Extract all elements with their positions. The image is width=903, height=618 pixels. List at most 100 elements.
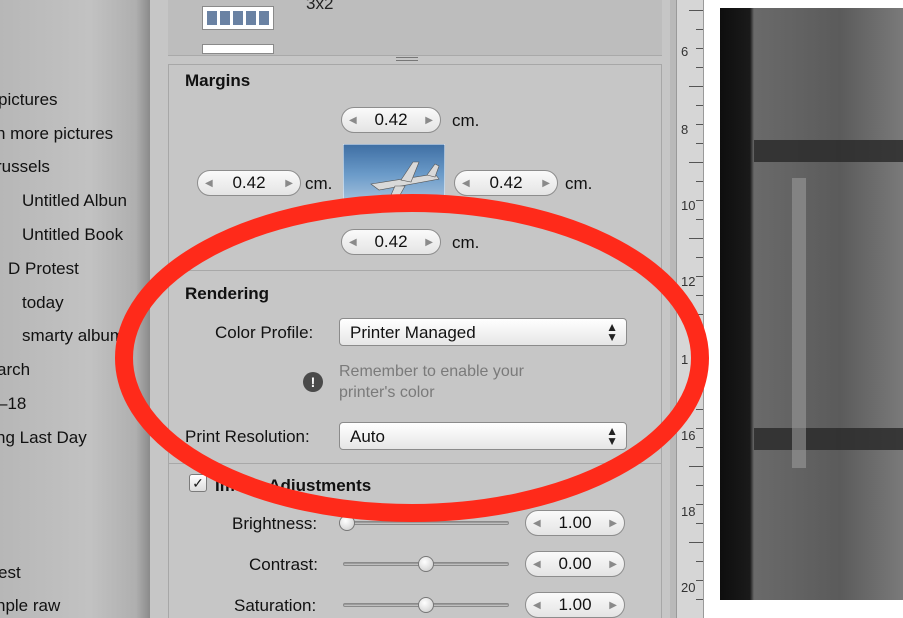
- sidebar-item[interactable]: D Protest: [8, 259, 79, 279]
- margin-right-value[interactable]: 0.42: [489, 173, 522, 193]
- margin-bottom-value[interactable]: 0.42: [374, 232, 407, 252]
- sidebar-item[interactable]: nple raw: [0, 596, 60, 616]
- ruler-tick: [696, 29, 703, 30]
- updown-arrows-icon: ▲ ▼: [606, 424, 618, 448]
- decrement-arrow-icon[interactable]: ◀: [533, 600, 541, 611]
- print-preview-photo: [720, 8, 903, 600]
- decrement-arrow-icon[interactable]: ◀: [349, 237, 357, 248]
- saturation-label: Saturation:: [234, 596, 317, 615]
- contrast-label: Contrast:: [249, 555, 318, 574]
- print-preview-page: [704, 0, 903, 618]
- increment-arrow-icon[interactable]: ▶: [609, 600, 617, 611]
- ruler-tick: [696, 181, 703, 182]
- brightness-slider-knob[interactable]: [339, 515, 355, 531]
- rendering-title: Rendering: [185, 284, 270, 303]
- saturation-slider-knob[interactable]: [418, 597, 434, 613]
- increment-arrow-icon[interactable]: ▶: [542, 178, 550, 189]
- decrement-arrow-icon[interactable]: ◀: [533, 518, 541, 529]
- brightness-slider[interactable]: [343, 521, 509, 525]
- sidebar-item[interactable]: Untitled Book: [22, 225, 123, 245]
- photo-detail: [792, 178, 806, 468]
- ruler-label: 6: [681, 44, 689, 59]
- margin-bottom-stepper[interactable]: ◀ 0.42 ▶: [341, 229, 441, 255]
- ruler-tick: [696, 67, 703, 68]
- margin-right-stepper[interactable]: ◀ 0.42 ▶: [454, 170, 558, 196]
- contrast-stepper[interactable]: ◀ 0.00 ▶: [525, 551, 625, 577]
- ruler-tick: [696, 599, 703, 600]
- margin-top-unit: cm.: [452, 111, 480, 130]
- margin-top-stepper[interactable]: ◀ 0.42 ▶: [341, 107, 441, 133]
- decrement-arrow-icon[interactable]: ◀: [533, 559, 541, 570]
- ruler-tick: [689, 10, 703, 11]
- increment-arrow-icon[interactable]: ▶: [425, 115, 433, 126]
- layout-thumbnail[interactable]: [202, 44, 274, 54]
- image-adjustments-title: Image Adjustments: [215, 476, 372, 495]
- brightness-stepper[interactable]: ◀ 1.00 ▶: [525, 510, 625, 536]
- margin-top-value[interactable]: 0.42: [374, 110, 407, 130]
- ruler-label: 20: [681, 580, 696, 595]
- ruler-tick: [696, 124, 703, 125]
- increment-arrow-icon[interactable]: ▶: [425, 237, 433, 248]
- print-resolution-popup[interactable]: Auto ▲ ▼: [339, 422, 627, 450]
- increment-arrow-icon[interactable]: ▶: [609, 518, 617, 529]
- sidebar-item[interactable]: ng Last Day: [0, 428, 87, 448]
- settings-content: Margins ◀ 0.42 ▶ cm. ◀ 0.42 ▶ cm. ◀ 0.42…: [168, 64, 662, 618]
- ruler-tick: [696, 105, 703, 106]
- sidebar-item[interactable]: pictures: [0, 90, 58, 110]
- brightness-label: Brightness:: [232, 514, 318, 533]
- contrast-value[interactable]: 0.00: [558, 554, 591, 574]
- resize-handle[interactable]: [396, 57, 418, 63]
- ruler-label: 8: [681, 122, 689, 137]
- increment-arrow-icon[interactable]: ▶: [609, 559, 617, 570]
- ruler-tick: [696, 48, 703, 49]
- sidebar-item[interactable]: Untitled Albun: [22, 191, 127, 211]
- warning-icon: !: [303, 372, 323, 392]
- photo-detail: [754, 140, 903, 162]
- ruler-tick: [689, 466, 703, 467]
- margin-left-stepper[interactable]: ◀ 0.42 ▶: [197, 170, 301, 196]
- color-profile-popup[interactable]: Printer Managed ▲ ▼: [339, 318, 627, 346]
- layout-thumbnail-label: 3x2: [306, 0, 334, 13]
- sidebar-item[interactable]: n more pictures: [0, 124, 113, 144]
- saturation-stepper[interactable]: ◀ 1.00 ▶: [525, 592, 625, 618]
- sidebar-item[interactable]: arch: [0, 360, 30, 380]
- image-adjustments-checkbox[interactable]: ✓: [189, 474, 207, 492]
- layout-thumbnails-area: 3x2: [168, 0, 662, 56]
- vertical-ruler: 6 8 10 12 1 16 18 20: [676, 0, 704, 618]
- ruler-tick: [696, 485, 703, 486]
- ruler-tick: [689, 238, 703, 239]
- color-profile-value: Printer Managed: [350, 323, 476, 342]
- increment-arrow-icon[interactable]: ▶: [285, 178, 293, 189]
- ruler-label: 16: [681, 428, 696, 443]
- ruler-tick: [696, 276, 703, 277]
- printer-color-warning: Remember to enable your printer's color: [339, 363, 524, 401]
- layout-thumbnail[interactable]: [202, 6, 274, 30]
- ruler-tick: [696, 580, 703, 581]
- section-divider: [169, 270, 661, 271]
- decrement-arrow-icon[interactable]: ◀: [462, 178, 470, 189]
- margin-bottom-unit: cm.: [452, 233, 480, 252]
- decrement-arrow-icon[interactable]: ◀: [349, 115, 357, 126]
- margins-title: Margins: [185, 71, 251, 90]
- ruler-tick: [696, 428, 703, 429]
- ruler-tick: [689, 542, 703, 543]
- sidebar-item[interactable]: smarty album: [22, 326, 124, 346]
- sidebar-item[interactable]: russels: [0, 157, 50, 177]
- margin-right-unit: cm.: [565, 174, 593, 193]
- ruler-tick: [696, 409, 703, 410]
- saturation-value[interactable]: 1.00: [558, 595, 591, 615]
- print-settings-panel: 3x2 Margins ◀ 0.42 ▶ cm. ◀ 0.42 ▶ cm. ◀ …: [150, 0, 670, 618]
- updown-arrows-icon: ▲ ▼: [606, 320, 618, 344]
- sidebar-item[interactable]: est: [0, 563, 21, 583]
- ruler-tick: [696, 295, 703, 296]
- brightness-value[interactable]: 1.00: [558, 513, 591, 533]
- ruler-label: 12: [681, 274, 696, 289]
- sidebar-item[interactable]: today: [22, 293, 64, 313]
- photo-detail: [754, 428, 903, 450]
- sidebar-item[interactable]: –18: [0, 394, 26, 414]
- contrast-slider-knob[interactable]: [418, 556, 434, 572]
- ruler-label: 10: [681, 198, 696, 213]
- ruler-tick: [696, 333, 703, 334]
- margin-left-value[interactable]: 0.42: [232, 173, 265, 193]
- decrement-arrow-icon[interactable]: ◀: [205, 178, 213, 189]
